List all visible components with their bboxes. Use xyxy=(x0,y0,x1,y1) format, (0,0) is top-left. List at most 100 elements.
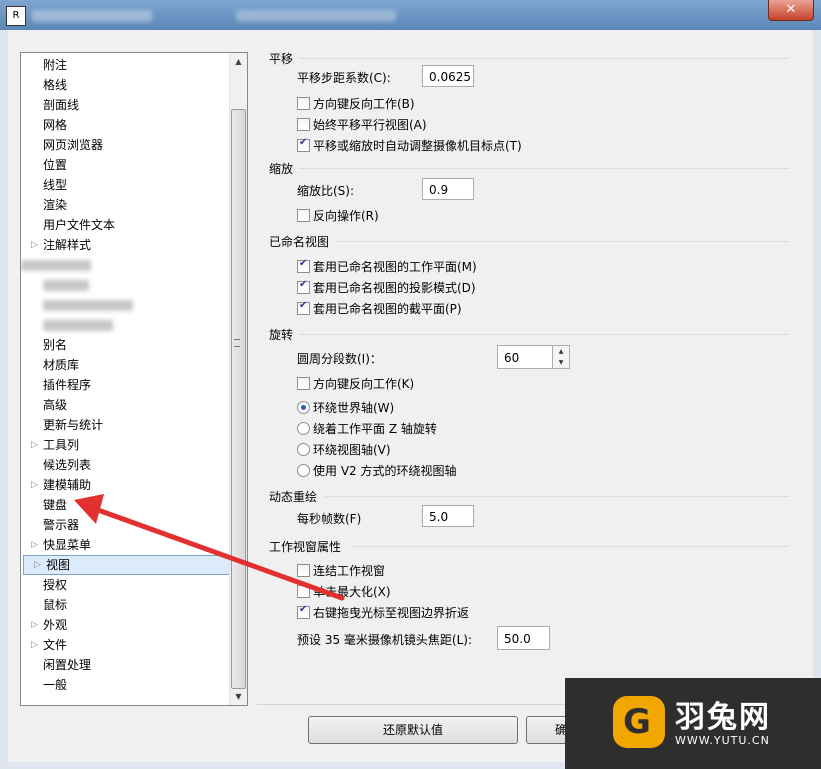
tree-item[interactable]: 线型 xyxy=(21,175,231,195)
rotate-reverse-checkbox[interactable] xyxy=(297,377,310,390)
tree-item[interactable]: 别名 xyxy=(21,335,231,355)
tree-item[interactable]: ▷ 视图 xyxy=(23,555,231,575)
tree-item[interactable]: 候选列表 xyxy=(21,455,231,475)
rotate-segments-spinner[interactable]: ▲ ▼ xyxy=(552,345,570,369)
tree-item[interactable]: 插件程序 xyxy=(21,375,231,395)
tree-item[interactable]: 更新与统计 xyxy=(21,415,231,435)
close-button[interactable]: ✕ xyxy=(768,0,814,21)
spin-down-icon[interactable]: ▼ xyxy=(553,357,569,368)
scroll-grip-icon xyxy=(234,339,240,347)
tree-item[interactable]: 网页浏览器 xyxy=(21,135,231,155)
pan-group-title: 平移 xyxy=(269,52,294,66)
spin-up-icon[interactable]: ▲ xyxy=(553,346,569,357)
tree-item[interactable]: 闲置处理 xyxy=(21,655,231,675)
viewport-wrap-checkbox[interactable] xyxy=(297,604,310,619)
divider xyxy=(351,546,789,547)
viewport-wrap-label: 右键拖曳光标至视图边界折返 xyxy=(313,606,470,620)
pan-reverse-checkbox[interactable] xyxy=(297,97,310,110)
zoom-group-title: 缩放 xyxy=(269,162,294,176)
blurred-tree-label xyxy=(43,300,133,311)
pan-parallel-checkbox[interactable] xyxy=(297,118,310,131)
expand-arrow-icon[interactable]: ▷ xyxy=(31,635,41,655)
tree-item[interactable]: 附注 xyxy=(21,55,231,75)
options-tree: 附注格线 剖面线网格网页浏览器位置线型渲染 用户文件文本 ▷ 注解样式别名 材质库 插件程序… xyxy=(20,52,248,706)
tree-item[interactable] xyxy=(21,255,231,275)
tree-item[interactable]: 格线 xyxy=(21,75,231,95)
tree-item[interactable] xyxy=(21,275,231,295)
tree-item[interactable]: 授权 xyxy=(21,575,231,595)
rotate-cplane-z-radio[interactable] xyxy=(297,422,310,435)
named-view-clipping-checkbox[interactable] xyxy=(297,300,310,315)
zoom-ratio-input[interactable]: 0.9 xyxy=(422,178,474,200)
tree-item[interactable]: 材质库 xyxy=(21,355,231,375)
zoom-ratio-label: 缩放比(S): xyxy=(297,184,355,198)
expand-arrow-icon[interactable]: ▷ xyxy=(31,475,41,495)
rotate-world-radio[interactable] xyxy=(297,401,310,414)
rotate-segments-label: 圆周分段数(I)： xyxy=(297,352,382,366)
tree-item-label: 更新与统计 xyxy=(43,418,104,432)
pan-step-label: 平移步距系数(C): xyxy=(297,71,391,85)
tree-item-label: 网格 xyxy=(43,118,68,132)
restore-defaults-button[interactable]: 还原默认值 xyxy=(308,716,518,744)
expand-arrow-icon[interactable]: ▷ xyxy=(31,435,41,455)
tree-item[interactable]: 剖面线 xyxy=(21,95,231,115)
blurred-tree-label xyxy=(43,280,89,291)
divider xyxy=(325,496,789,497)
pan-step-input[interactable]: 0.0625 xyxy=(422,65,474,87)
zoom-reverse-checkbox[interactable] xyxy=(297,209,310,222)
viewport-focal-label: 预设 35 毫米摄像机镜头焦距(L): xyxy=(297,633,472,647)
tree-item[interactable]: ▷ 快显菜单 xyxy=(21,535,231,555)
viewport-focal-input[interactable]: 50.0 xyxy=(497,626,550,650)
tree-item-label: 工具列 xyxy=(43,438,80,452)
expand-arrow-icon[interactable]: ▷ xyxy=(34,556,44,574)
rotate-world-label: 环绕世界轴(W) xyxy=(313,401,395,415)
tree-item[interactable]: 一般 xyxy=(21,675,231,695)
tree-item[interactable]: 渲染 xyxy=(21,195,231,215)
tree-scrollbar[interactable]: ▲ ▼ xyxy=(229,53,247,705)
redraw-fps-input[interactable]: 5.0 xyxy=(422,505,474,527)
tree-item[interactable]: 网格 xyxy=(21,115,231,135)
named-view-clipping-label: 套用已命名视图的截平面(P) xyxy=(313,302,462,316)
named-views-group-title: 已命名视图 xyxy=(269,235,330,249)
tree-item-label: 线型 xyxy=(43,178,68,192)
tree-item-label: 位置 xyxy=(43,158,68,172)
tree-item[interactable]: 鼠标 xyxy=(21,595,231,615)
divider xyxy=(299,168,789,169)
rotate-v2-radio[interactable] xyxy=(297,464,310,477)
viewport-maximize-checkbox[interactable] xyxy=(297,585,310,598)
tree-item[interactable]: ▷ 注解样式 xyxy=(21,235,231,255)
viewport-link-checkbox[interactable] xyxy=(297,564,310,577)
tree-item[interactable]: 高级 xyxy=(21,395,231,415)
tree-item[interactable]: ▷ 外观 xyxy=(21,615,231,635)
watermark: G 羽兔网 WWW.YUTU.CN xyxy=(565,678,821,769)
scroll-thumb[interactable] xyxy=(231,109,246,689)
pan-adjust-checkbox[interactable] xyxy=(297,137,310,152)
rotate-segments-input[interactable]: 60 xyxy=(497,345,553,369)
scroll-up-icon[interactable]: ▲ xyxy=(230,53,247,70)
expand-arrow-icon[interactable]: ▷ xyxy=(31,615,41,635)
named-view-projection-checkbox[interactable] xyxy=(297,279,310,294)
redraw-fps-label: 每秒帧数(F) xyxy=(297,512,362,526)
tree-item[interactable]: 用户文件文本 xyxy=(21,215,231,235)
watermark-name: 羽兔网 xyxy=(675,700,771,735)
blurred-tree-label xyxy=(43,320,113,331)
expand-arrow-icon[interactable]: ▷ xyxy=(31,535,41,555)
named-view-cplane-checkbox[interactable] xyxy=(297,258,310,273)
tree-item[interactable]: 位置 xyxy=(21,155,231,175)
expand-arrow-icon[interactable]: ▷ xyxy=(31,235,41,255)
rotate-view-radio[interactable] xyxy=(297,443,310,456)
blurred-tree-label xyxy=(21,260,91,271)
tree-item[interactable] xyxy=(21,315,231,335)
divider xyxy=(299,58,789,59)
scroll-down-icon[interactable]: ▼ xyxy=(230,688,247,705)
tree-item[interactable]: 键盘 xyxy=(21,495,231,515)
tree-item-label: 网页浏览器 xyxy=(43,138,104,152)
divider xyxy=(337,241,789,242)
tree-item-label: 候选列表 xyxy=(43,458,92,472)
tree-item[interactable]: ▷ 建模辅助 xyxy=(21,475,231,495)
tree-item[interactable] xyxy=(21,295,231,315)
tree-item[interactable]: ▷ 文件 xyxy=(21,635,231,655)
tree-item[interactable]: 警示器 xyxy=(21,515,231,535)
tree-item[interactable]: ▷ 工具列 xyxy=(21,435,231,455)
tree-item-label: 附注 xyxy=(43,58,68,72)
